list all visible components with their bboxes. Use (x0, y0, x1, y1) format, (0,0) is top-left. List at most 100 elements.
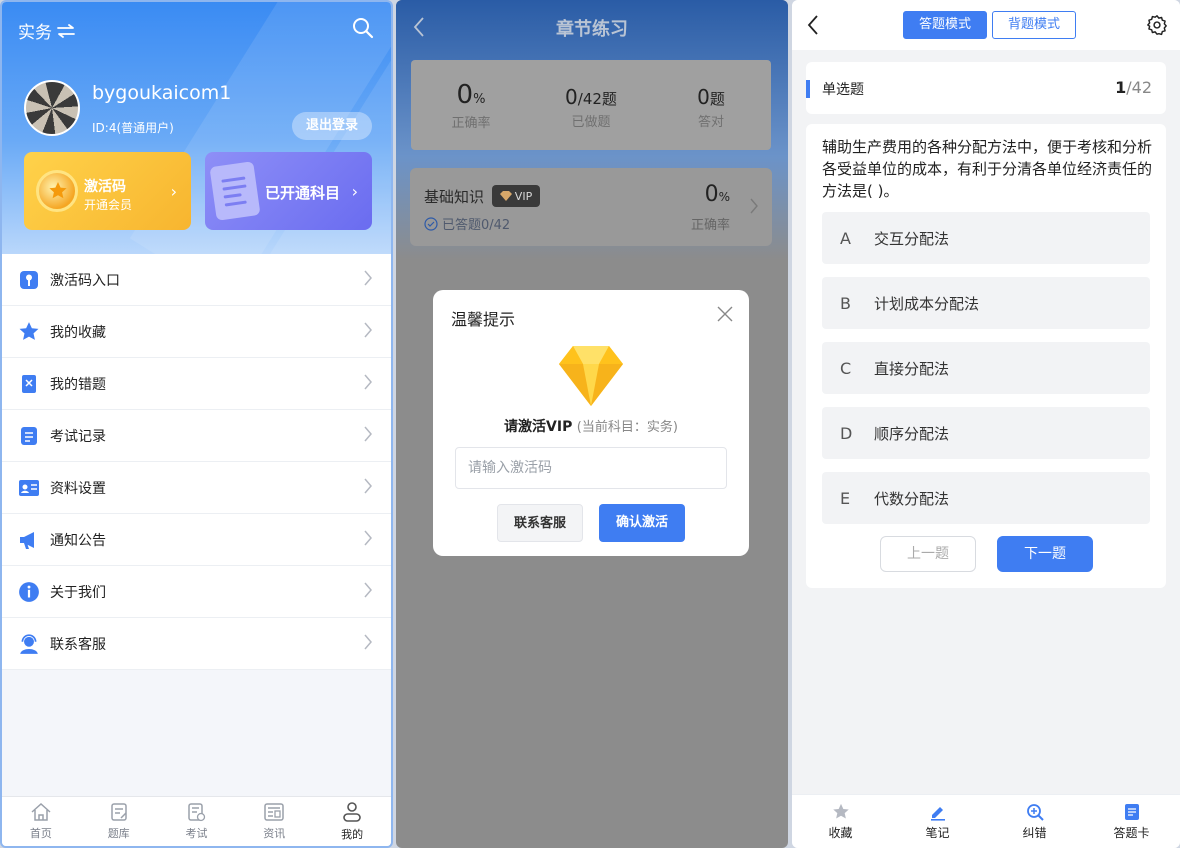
subject-switcher[interactable]: 实务 (18, 18, 76, 43)
exam-icon (188, 803, 206, 822)
diamond-icon (499, 191, 512, 201)
opened-subjects-card[interactable]: 已开通科目 › (205, 152, 372, 230)
menu-item-label: 联系客服 (50, 636, 106, 653)
footer-label: 答题卡 (1113, 825, 1150, 840)
chevron-right-icon (750, 198, 758, 214)
option-letter: A (840, 228, 851, 248)
chevron-right-icon: › (351, 182, 358, 201)
activation-code-input[interactable] (455, 447, 727, 489)
tab-exam[interactable]: 考试 (158, 797, 236, 846)
option-a[interactable]: A 交互分配法 (822, 212, 1150, 264)
report-error-tab[interactable]: 纠错 (986, 795, 1083, 848)
option-letter: B (840, 293, 851, 313)
rate-value: 0 (704, 182, 719, 207)
correct-unit: 题 (709, 90, 725, 108)
menu-item-about[interactable]: 关于我们 (2, 566, 391, 618)
option-letter: D (840, 423, 853, 443)
chevron-right-icon (364, 530, 372, 546)
pen-icon (930, 806, 945, 821)
user-icon (343, 802, 361, 822)
question-bank-icon (110, 803, 127, 821)
chevron-right-icon: › (170, 182, 177, 201)
question-text: 辅助生产费用的各种分配方法中，便于考核和分析各受益单位的成本，有利于分清各单位经… (822, 138, 1153, 200)
activation-code-card[interactable]: 激活码 开通会员 › (24, 152, 191, 230)
option-d[interactable]: D 顺序分配法 (822, 407, 1150, 459)
vip-badge: VIP (492, 185, 540, 207)
tab-mine[interactable]: 我的 (313, 797, 391, 846)
answer-card-icon (1124, 803, 1139, 820)
chapter-rate-label: 正确率 (690, 218, 730, 233)
done-value: 0 (565, 85, 578, 109)
chapter-answered: 已答题0/42 (424, 214, 510, 233)
tab-label: 考试 (185, 827, 208, 840)
tab-news[interactable]: 资讯 (235, 797, 313, 846)
diamond-icon (559, 346, 623, 406)
confirm-activate-button[interactable]: 确认激活 (599, 504, 685, 542)
option-e[interactable]: E 代数分配法 (822, 472, 1150, 524)
menu-item-label: 我的收藏 (50, 324, 106, 341)
menu-item-activation[interactable]: 激活码入口 (2, 254, 391, 306)
error-book-icon (18, 373, 40, 395)
avatar[interactable] (24, 80, 80, 136)
tab-question-bank[interactable]: 题库 (80, 797, 158, 846)
coin-icon (36, 170, 78, 212)
correct-label: 答对 (697, 115, 724, 130)
chevron-right-icon (364, 322, 372, 338)
contact-service-button[interactable]: 联系客服 (497, 504, 583, 542)
notes-tab[interactable]: 笔记 (889, 795, 986, 848)
menu-item-label: 资料设置 (50, 480, 106, 497)
prev-question-button[interactable]: 上一题 (880, 536, 976, 572)
next-question-button[interactable]: 下一题 (997, 536, 1093, 572)
megaphone-icon (18, 529, 40, 551)
check-circle-icon (424, 216, 438, 231)
close-icon[interactable] (717, 306, 733, 322)
chapter-item[interactable]: 基础知识 VIP 已答题0/42 0% 正确率 (410, 168, 772, 246)
activation-card-subtitle: 开通会员 (84, 198, 133, 212)
id-card-icon (18, 477, 40, 499)
menu-item-favorites[interactable]: 我的收藏 (2, 306, 391, 358)
done-label: 已做题 (571, 115, 611, 130)
menu-item-customer-service[interactable]: 联系客服 (2, 618, 391, 670)
menu-list: 激活码入口 我的收藏 我的错题 考试记录 资料设置 通知公告 关于我们 联系客服 (2, 254, 391, 670)
gear-icon[interactable] (1146, 14, 1168, 36)
answer-mode-button[interactable]: 答题模式 (903, 11, 987, 39)
activation-modal: 温馨提示 请激活VIP (当前科目：实务) 联系客服 确认激活 (433, 290, 749, 556)
favorite-tab[interactable]: 收藏 (792, 795, 889, 848)
menu-item-label: 通知公告 (50, 532, 106, 549)
modal-title: 温馨提示 (451, 310, 516, 329)
answer-card-tab[interactable]: 答题卡 (1083, 795, 1180, 848)
correct-value: 0 (697, 85, 710, 109)
stat-done: 0/42题 已做题 (531, 60, 651, 150)
quiz-panel: 答题模式 背题模式 单选题 1/42 辅助生产费用的各种分配方法中，便于考核和分… (792, 0, 1180, 848)
stats-card: 0% 正确率 0/42题 已做题 0题 答对 (411, 60, 771, 150)
activation-card-title: 激活码 (84, 179, 126, 195)
menu-item-label: 关于我们 (50, 584, 106, 601)
swap-arrows-icon (57, 23, 75, 38)
accuracy-unit: % (473, 92, 486, 107)
menu-item-exam-records[interactable]: 考试记录 (2, 410, 391, 462)
menu-item-mistakes[interactable]: 我的错题 (2, 358, 391, 410)
modal-message-note: (当前科目：实务) (576, 420, 678, 435)
footer-label: 纠错 (1022, 825, 1047, 840)
menu-item-profile-settings[interactable]: 资料设置 (2, 462, 391, 514)
news-icon (264, 803, 285, 821)
logout-button[interactable]: 退出登录 (292, 112, 372, 140)
option-b[interactable]: B 计划成本分配法 (822, 277, 1150, 329)
info-icon (18, 581, 40, 603)
search-icon[interactable] (351, 16, 375, 40)
chevron-right-icon (364, 634, 372, 650)
tab-home[interactable]: 首页 (2, 797, 80, 846)
accent-bar (806, 80, 810, 98)
user-id: ID:4(普通用户) (92, 121, 174, 135)
answered-text: 已答题0/42 (442, 218, 511, 233)
user-name: bygoukaicom1 (92, 82, 232, 104)
memorize-mode-button[interactable]: 背题模式 (992, 11, 1076, 39)
quiz-footer: 收藏 笔记 纠错 答题卡 (792, 794, 1180, 848)
option-c[interactable]: C 直接分配法 (822, 342, 1150, 394)
chevron-right-icon (364, 582, 372, 598)
bottom-tab-bar: 首页 题库 考试 资讯 我的 (2, 796, 391, 846)
quiz-header: 答题模式 背题模式 (792, 0, 1180, 50)
menu-item-notices[interactable]: 通知公告 (2, 514, 391, 566)
done-total: /42题 (577, 90, 617, 108)
back-arrow-icon[interactable] (806, 14, 820, 36)
